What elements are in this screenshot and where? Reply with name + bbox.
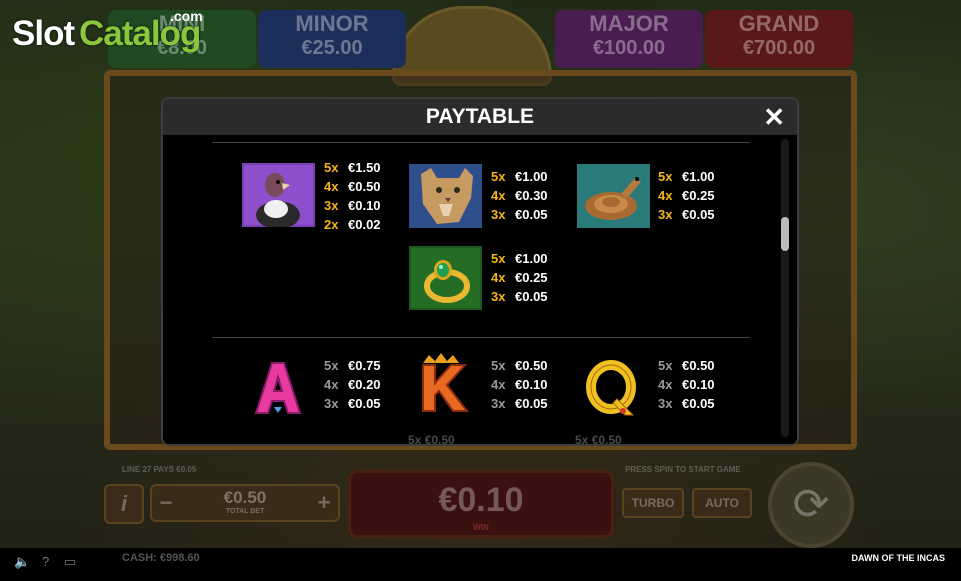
paytable-modal: PAYTABLE ✕ 5x €1.50 4x €0.50 3x €0.10 2x €0.… <box>161 97 799 447</box>
paytable-scrollbar[interactable] <box>781 139 789 437</box>
jackpot-value: €100.00 <box>592 37 666 59</box>
snake-pays: 5x €1.00 4x €0.25 3x €0.05 <box>658 169 715 222</box>
ace-symbol <box>242 357 315 421</box>
puma-pays: 5x €1.00 4x €0.30 3x €0.05 <box>491 169 548 222</box>
emerald-ring-symbol <box>409 246 482 310</box>
game-name: DAWN OF THE INCAS <box>851 553 946 563</box>
bet-selector: − €0.50 TOTAL BET + <box>150 484 340 522</box>
increase-bet-button[interactable]: + <box>314 492 334 516</box>
cash-balance: CASH: €998.60 <box>122 552 200 564</box>
win-value: €0.10 <box>438 481 524 519</box>
control-bar: LINE 27 PAYS €0.05 PRESS SPIN TO START G… <box>100 462 860 548</box>
fullscreen-icon[interactable]: ▭ <box>64 554 76 570</box>
next-row-pay: 5x €0.50 <box>575 433 622 447</box>
auto-button[interactable]: AUTO <box>692 488 752 518</box>
next-row-pay: 5x €0.50 <box>408 433 455 447</box>
king-pays: 5x €0.50 4x €0.10 3x €0.05 <box>491 358 548 411</box>
win-label: WIN <box>473 523 489 532</box>
win-display: €0.10 WIN <box>348 470 614 538</box>
queen-pays: 5x €0.50 4x €0.10 3x €0.05 <box>658 358 715 411</box>
logo-slot-text: Slot <box>12 14 75 53</box>
total-bet-label: TOTAL BET <box>225 508 265 515</box>
jackpot-label: MINOR <box>295 11 369 36</box>
status-bar: 🔈 ? ▭ CASH: €998.60 DAWN OF THE INCAS <box>0 548 961 581</box>
spin-button[interactable]: ⟳ <box>768 462 854 548</box>
help-icon[interactable]: ? <box>42 554 49 569</box>
condor-symbol <box>242 163 315 227</box>
paytable-title: PAYTABLE <box>425 105 535 128</box>
queen-symbol <box>577 357 650 421</box>
condor-pays: 5x €1.50 4x €0.50 3x €0.10 2x €0.02 <box>324 160 381 232</box>
spin-icon: ⟳ <box>792 480 830 529</box>
jackpot-grand: GRAND €700.00 <box>705 10 853 68</box>
close-icon[interactable]: ✕ <box>763 102 785 133</box>
jackpot-major: MAJOR €100.00 <box>555 10 703 68</box>
decrease-bet-button[interactable]: − <box>156 492 176 516</box>
snake-symbol <box>577 164 650 228</box>
jackpot-label: GRAND <box>738 11 820 36</box>
ace-pays: 5x €0.75 4x €0.20 3x €0.05 <box>324 358 381 411</box>
divider <box>212 142 750 143</box>
sound-icon[interactable]: 🔈 <box>14 554 30 570</box>
total-bet-value: €0.50 <box>223 488 267 507</box>
logo-com-text: .com <box>170 8 203 24</box>
turbo-button[interactable]: TURBO <box>622 488 684 518</box>
press-spin-text: PRESS SPIN TO START GAME <box>625 465 741 474</box>
divider <box>212 337 750 338</box>
king-symbol <box>409 351 482 415</box>
puma-symbol <box>409 164 482 228</box>
info-button[interactable]: i <box>104 484 144 524</box>
jackpot-value: €25.00 <box>301 37 363 59</box>
jackpot-label: MAJOR <box>589 11 669 36</box>
jackpot-minor: MINOR €25.00 <box>258 10 406 68</box>
jackpot-value: €700.00 <box>742 37 816 59</box>
scrollbar-thumb[interactable] <box>781 217 789 251</box>
modal-header: PAYTABLE ✕ <box>163 99 797 135</box>
ring-pays: 5x €1.00 4x €0.25 3x €0.05 <box>491 251 548 304</box>
line-pays-text: LINE 27 PAYS €0.05 <box>122 465 197 474</box>
